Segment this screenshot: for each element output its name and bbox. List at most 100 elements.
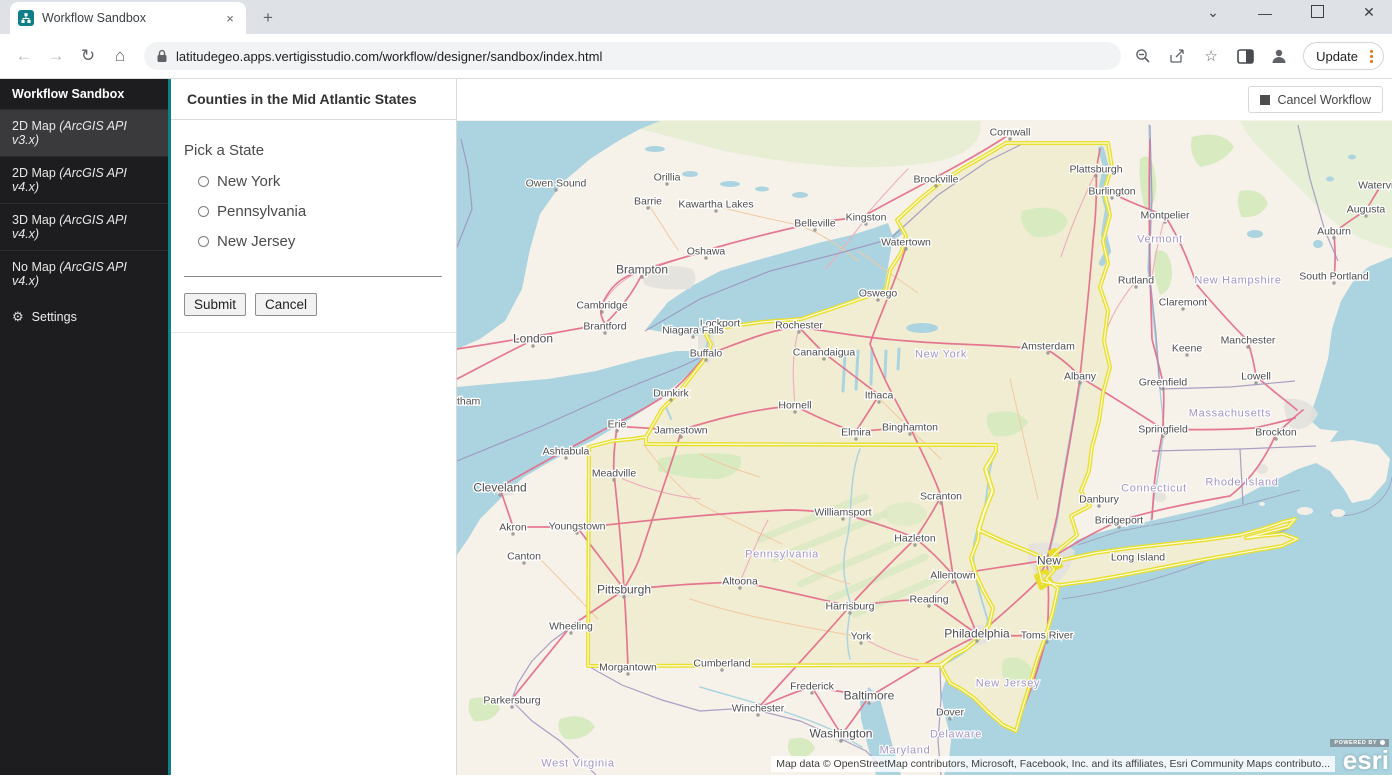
settings-label: Settings: [32, 310, 77, 324]
map-city-label: Washington: [810, 727, 873, 741]
map-city-label: Bridgeport: [1095, 515, 1144, 527]
update-button[interactable]: Update: [1303, 42, 1384, 70]
sidebar-item-settings[interactable]: ⚙ Settings: [0, 299, 168, 335]
map-city-label: Meadville: [592, 468, 637, 480]
forward-icon[interactable]: →: [40, 40, 72, 72]
share-icon[interactable]: [1163, 42, 1191, 70]
map-city-label: Kingston: [846, 212, 887, 224]
map-city-label: Erie: [608, 419, 627, 431]
map-city-label: Binghamton: [882, 422, 938, 434]
favicon-workflow-icon: [18, 10, 34, 26]
sidebar-item-label: 2D Map: [12, 119, 59, 133]
map-city-label: Ithaca: [865, 390, 894, 402]
map-city-label: Albany: [1064, 371, 1097, 383]
map-city-label: Winchester: [732, 703, 785, 715]
sidebar-item-2d-map-v3[interactable]: 2D Map (ArcGIS API v3.x): [0, 109, 168, 156]
map-city-label: Brantford: [583, 321, 626, 333]
radio-option-new-york[interactable]: New York: [198, 173, 442, 190]
reload-icon[interactable]: ↻: [72, 40, 104, 72]
browser-tab[interactable]: Workflow Sandbox ×: [10, 2, 246, 34]
sidebar: Workflow Sandbox 2D Map (ArcGIS API v3.x…: [0, 79, 168, 775]
map-state-label: New York: [915, 349, 967, 361]
window-menu-chevron-icon[interactable]: ⌄: [1200, 4, 1226, 21]
sidebar-item-label: 2D Map: [12, 166, 59, 180]
workflow-form-panel: Counties in the Mid Atlantic States Pick…: [171, 79, 457, 775]
map-city-label: Claremont: [1159, 297, 1208, 309]
radio-new-york[interactable]: [198, 176, 209, 187]
radio-pennsylvania[interactable]: [198, 206, 209, 217]
form-question: Pick a State: [184, 142, 442, 159]
radio-option-pennsylvania[interactable]: Pennsylvania: [198, 203, 442, 220]
bookmark-star-icon[interactable]: ☆: [1197, 42, 1225, 70]
map-city-label: Burlington: [1088, 186, 1135, 198]
browser-toolbar: ← → ↻ ⌂ latitudegeo.apps.vertigisstudio.…: [0, 34, 1392, 79]
map-city-label: London: [513, 332, 553, 346]
stop-square-icon: [1260, 95, 1270, 105]
map-city-label: Hazleton: [894, 533, 936, 545]
map-city-label: Dunkirk: [653, 388, 689, 400]
map-city-label: Canton: [507, 551, 541, 563]
radio-option-new-jersey[interactable]: New Jersey: [198, 233, 442, 250]
window-minimize-icon[interactable]: —: [1252, 5, 1278, 21]
new-tab-button[interactable]: +: [256, 8, 280, 28]
map-city-label: Auburn: [1317, 226, 1351, 238]
map-city-label: York: [851, 631, 872, 643]
map-city-label: Ashtabula: [543, 446, 590, 458]
form-divider: [184, 276, 442, 277]
map-state-label: West Virginia: [541, 758, 615, 770]
home-icon[interactable]: ⌂: [104, 40, 136, 72]
map-city-label: Danbury: [1079, 494, 1119, 506]
zoom-icon[interactable]: [1129, 42, 1157, 70]
map-city-label: South Portland: [1299, 271, 1369, 283]
map-city-label: Springfield: [1138, 424, 1188, 436]
address-bar[interactable]: latitudegeo.apps.vertigisstudio.com/work…: [144, 42, 1121, 70]
map-city-label: Buffalo: [690, 348, 723, 360]
cancel-workflow-label: Cancel Workflow: [1277, 93, 1371, 107]
map-header: Cancel Workflow: [457, 79, 1392, 120]
radio-label: New Jersey: [217, 233, 295, 250]
map-city-label: Parkersburg: [483, 695, 540, 707]
window-close-icon[interactable]: ✕: [1356, 4, 1382, 21]
side-panel-icon[interactable]: [1231, 42, 1259, 70]
profile-avatar-icon[interactable]: [1265, 42, 1293, 70]
map-city-label: Frederick: [790, 681, 835, 693]
map-city-label: Baltimore: [844, 689, 895, 703]
map-city-label: Oshawa: [687, 246, 726, 258]
form-card: Pick a State New York Pennsylvania New J…: [171, 120, 456, 333]
map-canvas[interactable]: Owen SoundOrilliaBarrieKawartha LakesBel…: [457, 120, 1392, 775]
map-city-label: Waterville: [1358, 180, 1392, 192]
map-city-label: Elmira: [841, 427, 871, 439]
sidebar-item-label: 3D Map: [12, 213, 59, 227]
map-state-label: Massachusetts: [1189, 408, 1271, 420]
map-city-label: Niagara Falls: [662, 325, 724, 337]
browser-titlebar: Workflow Sandbox × + ⌄ — ✕: [0, 0, 1392, 34]
browser-menu-dots-icon[interactable]: [1364, 50, 1379, 63]
map-city-label: Altoona: [722, 576, 758, 588]
map-city-label: Wheeling: [549, 621, 593, 633]
map-state-label: New Jersey: [976, 678, 1040, 690]
map-city-label: Rochester: [775, 320, 823, 332]
radio-label: New York: [217, 173, 280, 190]
map-city-label: Keene: [1172, 343, 1203, 355]
cancel-workflow-button[interactable]: Cancel Workflow: [1248, 86, 1383, 113]
sidebar-item-3d-map-v4[interactable]: 3D Map (ArcGIS API v4.x): [0, 203, 168, 250]
cancel-button[interactable]: Cancel: [255, 293, 317, 316]
back-icon[interactable]: ←: [8, 40, 40, 72]
map-city-label: Reading: [909, 594, 948, 606]
map-city-label: Williamsport: [814, 507, 871, 519]
map-city-label: Pittsburgh: [597, 583, 651, 597]
map-state-label: New Hampshire: [1194, 275, 1281, 287]
window-maximize-icon[interactable]: [1304, 5, 1330, 21]
map-city-label: Greenfield: [1139, 377, 1188, 389]
map-city-label: Montpelier: [1140, 210, 1190, 222]
map-state-label: Delaware: [930, 729, 982, 741]
sidebar-item-no-map-v4[interactable]: No Map (ArcGIS API v4.x): [0, 250, 168, 297]
radio-new-jersey[interactable]: [198, 236, 209, 247]
sidebar-item-label: No Map: [12, 260, 59, 274]
map-city-label: Brockton: [1255, 427, 1297, 439]
map-city-label: Dover: [936, 707, 965, 719]
submit-button[interactable]: Submit: [184, 293, 246, 316]
map-city-label: Kawartha Lakes: [678, 199, 753, 211]
tab-close-icon[interactable]: ×: [222, 11, 238, 26]
sidebar-item-2d-map-v4[interactable]: 2D Map (ArcGIS API v4.x): [0, 156, 168, 203]
